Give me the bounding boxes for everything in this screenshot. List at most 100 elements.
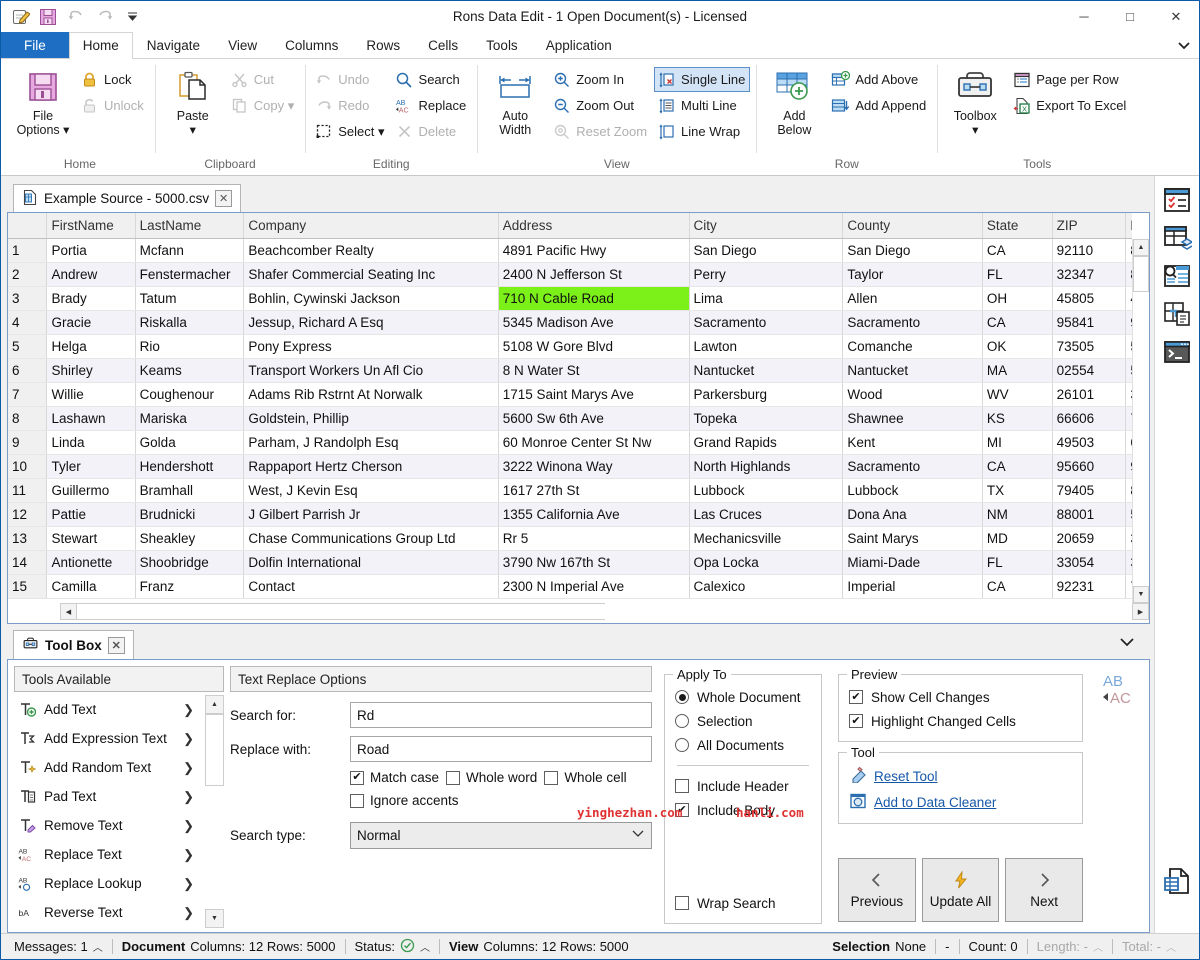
cell-firstname[interactable]: Lashawn	[47, 406, 135, 430]
match-case-checkbox[interactable]: ✔ Match case	[350, 770, 439, 785]
cell-state[interactable]: FL	[982, 262, 1052, 286]
cell-company[interactable]: Adams Rib Rstrnt At Norwalk	[244, 382, 498, 406]
tab-view[interactable]: View	[214, 32, 271, 58]
scroll-down-icon[interactable]: ▼	[1133, 586, 1149, 603]
cell-lastname[interactable]: Hendershott	[135, 454, 244, 478]
document-tab[interactable]: Example Source - 5000.csv ✕	[13, 184, 241, 212]
cell-state[interactable]: KS	[982, 406, 1052, 430]
data-inspect-icon[interactable]	[1159, 258, 1195, 294]
cell-phone[interactable]: 916	[1126, 310, 1132, 334]
chevron-down-icon[interactable]	[1169, 32, 1199, 58]
cell-company[interactable]: Chase Communications Group Ltd	[244, 526, 498, 550]
cell-zip[interactable]: 73505	[1052, 334, 1126, 358]
table-row[interactable]: 5HelgaRioPony Express5108 W Gore BlvdLaw…	[8, 334, 1132, 358]
checkbox-include-body[interactable]: ✔ Include Body	[675, 798, 811, 822]
tab-tools[interactable]: Tools	[472, 32, 532, 58]
reset-tool-link[interactable]: Reset Tool	[849, 763, 1072, 789]
replace-button[interactable]: ABAC Replace	[392, 93, 472, 118]
zoom-out-button[interactable]: Zoom Out	[549, 93, 652, 118]
cell-county[interactable]: Shawnee	[843, 406, 982, 430]
cell-lastname[interactable]: Sheakley	[135, 526, 244, 550]
cell-city[interactable]: Las Cruces	[689, 502, 843, 526]
search-type-select[interactable]: Normal	[350, 822, 652, 849]
paste-button[interactable]: Paste ▾	[161, 65, 225, 137]
chevron-up-icon[interactable]: ︿	[1093, 939, 1103, 954]
cell-state[interactable]: CA	[982, 238, 1052, 262]
cell-company[interactable]: Dolfin International	[244, 550, 498, 574]
table-row[interactable]: 4GracieRiskallaJessup, Richard A Esq5345…	[8, 310, 1132, 334]
table-row[interactable]: 12PattieBrudnickiJ Gilbert Parrish Jr135…	[8, 502, 1132, 526]
table-row[interactable]: 8LashawnMariskaGoldstein, Phillip5600 Sw…	[8, 406, 1132, 430]
add-to-data-cleaner-label[interactable]: Add to Data Cleaner	[874, 795, 996, 810]
cell-state[interactable]: WV	[982, 382, 1052, 406]
cell-firstname[interactable]: Guillermo	[47, 478, 135, 502]
cell-firstname[interactable]: Portia	[47, 238, 135, 262]
cell-company[interactable]: Goldstein, Phillip	[244, 406, 498, 430]
cell-phone[interactable]: 760	[1126, 574, 1132, 598]
auto-width-button[interactable]: Auto Width	[483, 65, 547, 137]
chevron-down-icon[interactable]	[1118, 635, 1150, 652]
cell-phone[interactable]: 304	[1126, 382, 1132, 406]
close-button[interactable]: ✕	[1153, 1, 1199, 32]
chevron-right-icon[interactable]: ❯	[183, 702, 202, 718]
row-number-cell[interactable]: 8	[8, 406, 47, 430]
table-row[interactable]: 3BradyTatumBohlin, Cywinski Jackson710 N…	[8, 286, 1132, 310]
grid-horizontal-scrollbar[interactable]: ◀ ▶	[8, 603, 1149, 623]
cell-firstname[interactable]: Camilla	[47, 574, 135, 598]
row-number-cell[interactable]: 7	[8, 382, 47, 406]
cell-zip[interactable]: 92110	[1052, 238, 1126, 262]
row-number-cell[interactable]: 4	[8, 310, 47, 334]
row-number-cell[interactable]: 14	[8, 550, 47, 574]
row-number-cell[interactable]: 3	[8, 286, 47, 310]
vscroll-thumb[interactable]	[1133, 256, 1149, 292]
cell-state[interactable]: CA	[982, 310, 1052, 334]
column-header-phone[interactable]: Pho	[1126, 213, 1132, 238]
save-icon[interactable]	[35, 5, 61, 29]
cell-city[interactable]: Lawton	[689, 334, 843, 358]
table-row[interactable]: 14AntionetteShoobridgeDolfin Internation…	[8, 550, 1132, 574]
scroll-left-icon[interactable]: ◀	[60, 603, 77, 620]
add-below-button[interactable]: Add Below	[762, 65, 826, 137]
cell-phone[interactable]: 305	[1126, 550, 1132, 574]
cell-zip[interactable]: 32347	[1052, 262, 1126, 286]
chevron-up-icon[interactable]: ︿	[93, 939, 103, 954]
column-notes-icon[interactable]	[1159, 296, 1195, 332]
maximize-button[interactable]: □	[1107, 1, 1153, 32]
cell-city[interactable]: Opa Locka	[689, 550, 843, 574]
cell-county[interactable]: Allen	[843, 286, 982, 310]
checkbox-wrap-search[interactable]: Wrap Search	[675, 891, 811, 915]
cell-phone[interactable]: 858	[1126, 238, 1132, 262]
checkbox-highlight-changed-cells[interactable]: ✔ Highlight Changed Cells	[849, 709, 1072, 733]
table-row[interactable]: 9LindaGoldaParham, J Randolph Esq60 Monr…	[8, 430, 1132, 454]
cell-phone[interactable]: 301	[1126, 526, 1132, 550]
cell-company[interactable]: Pony Express	[244, 334, 498, 358]
cell-zip[interactable]: 02554	[1052, 358, 1126, 382]
export-to-excel-button[interactable]: X Export To Excel	[1009, 93, 1131, 118]
cell-city[interactable]: Perry	[689, 262, 843, 286]
chevron-right-icon[interactable]: ❯	[183, 818, 202, 834]
cell-company[interactable]: Parham, J Randolph Esq	[244, 430, 498, 454]
lock-button[interactable]: Lock	[77, 67, 149, 92]
cell-county[interactable]: Taylor	[843, 262, 982, 286]
qat-dropdown-icon[interactable]	[119, 5, 145, 29]
row-number-cell[interactable]: 10	[8, 454, 47, 478]
cell-lastname[interactable]: Mcfann	[135, 238, 244, 262]
cell-city[interactable]: San Diego	[689, 238, 843, 262]
table-row[interactable]: 2AndrewFenstermacherShafer Commercial Se…	[8, 262, 1132, 286]
row-number-cell[interactable]: 13	[8, 526, 47, 550]
row-number-cell[interactable]: 15	[8, 574, 47, 598]
ignore-accents-checkbox[interactable]: Ignore accents	[350, 793, 459, 808]
cell-city[interactable]: Mechanicsville	[689, 526, 843, 550]
search-button[interactable]: Search	[392, 67, 472, 92]
cell-address[interactable]: 1617 27th St	[498, 478, 689, 502]
cell-address[interactable]: 1715 Saint Marys Ave	[498, 382, 689, 406]
close-icon[interactable]: ✕	[215, 190, 232, 207]
cell-company[interactable]: Transport Workers Un Afl Cio	[244, 358, 498, 382]
cell-state[interactable]: NM	[982, 502, 1052, 526]
cell-lastname[interactable]: Rio	[135, 334, 244, 358]
cell-lastname[interactable]: Keams	[135, 358, 244, 382]
checkbox-include-header[interactable]: Include Header	[675, 774, 811, 798]
radio-whole-document[interactable]: Whole Document	[675, 685, 811, 709]
cell-address[interactable]: 5108 W Gore Blvd	[498, 334, 689, 358]
cell-zip[interactable]: 20659	[1052, 526, 1126, 550]
